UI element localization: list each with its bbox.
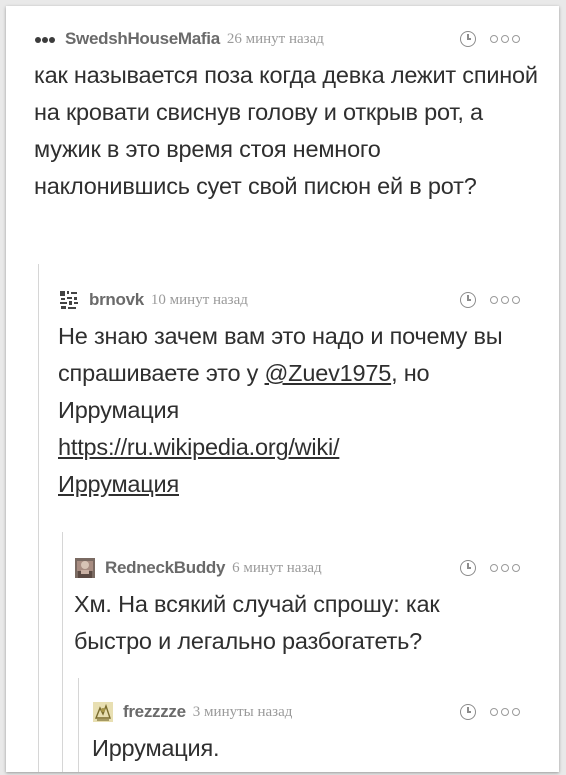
username[interactable]: frezzzze: [123, 702, 186, 722]
timestamp[interactable]: 6 минут назад: [232, 560, 322, 577]
comment-text: как называется поза когда девка лежит сп…: [34, 62, 538, 199]
user-mention-link[interactable]: @Zuev1975: [265, 360, 392, 386]
comment-text: Не знаю зачем вам это надо и почему вы с…: [58, 318, 544, 503]
clock-icon[interactable]: [460, 31, 476, 47]
wikipedia-link[interactable]: https://ru.wikipedia.org/wiki/Иррумация: [58, 434, 340, 497]
photo-avatar-icon[interactable]: [74, 558, 96, 578]
thread-line: [62, 532, 63, 772]
username[interactable]: RedneckBuddy: [105, 558, 225, 578]
timestamp[interactable]: 26 минут назад: [227, 31, 324, 48]
comment-actions: [460, 292, 523, 308]
more-options-icon[interactable]: [490, 564, 523, 572]
username[interactable]: brnovk: [89, 290, 144, 310]
comment-actions: [460, 31, 523, 47]
comment-4: frezzzze 3 минуты назад Иррумация.: [92, 701, 544, 767]
timestamp[interactable]: 3 минуты назад: [193, 704, 293, 721]
comment-2: brnovk 10 минут назад Не знаю зачем вам …: [58, 289, 544, 503]
comment-actions: [460, 560, 523, 576]
drawing-avatar-icon[interactable]: [92, 702, 114, 722]
username[interactable]: SwedshHouseMafia: [65, 29, 220, 49]
more-options-icon[interactable]: [490, 35, 523, 43]
thread-line: [38, 264, 39, 772]
dots-avatar-icon[interactable]: [34, 29, 56, 49]
link-line: https://ru.wikipedia.org/wiki/: [58, 434, 340, 460]
comment-3: RedneckBuddy 6 минут назад Хм. На всякий…: [74, 557, 544, 660]
link-line: Иррумация: [58, 471, 179, 497]
comment-thread: SwedshHouseMafia 26 минут назад как назы…: [6, 6, 559, 772]
comment-actions: [460, 704, 523, 720]
thread-line: [78, 678, 79, 772]
timestamp[interactable]: 10 минут назад: [151, 292, 248, 309]
more-options-icon[interactable]: [490, 708, 523, 716]
clock-icon[interactable]: [460, 704, 476, 720]
comment-1: SwedshHouseMafia 26 минут назад как назы…: [34, 28, 544, 205]
clock-icon[interactable]: [460, 292, 476, 308]
comment-text: Иррумация.: [92, 735, 220, 761]
comment-text: Хм. На всякий случай спрошу: как быстро …: [74, 591, 440, 654]
qr-avatar-icon[interactable]: [58, 290, 80, 310]
more-options-icon[interactable]: [490, 296, 523, 304]
clock-icon[interactable]: [460, 560, 476, 576]
